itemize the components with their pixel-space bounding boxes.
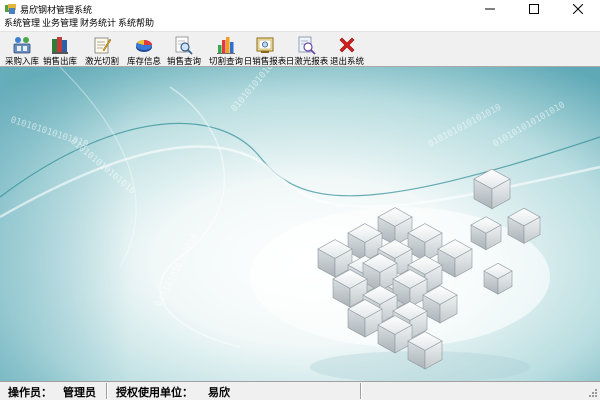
pie-chart-icon: [136, 40, 152, 52]
sales-query-button[interactable]: 销售查询: [164, 33, 204, 67]
exit-system-button[interactable]: 退出系统: [327, 33, 367, 67]
close-icon: [573, 4, 583, 14]
laser-cutting-label: 激光切割: [84, 57, 119, 67]
menu-system-help[interactable]: 系统帮助: [118, 19, 154, 30]
daily-sales-report-label: 日销售报表: [243, 57, 287, 67]
status-separator: [360, 383, 362, 399]
books-icon: [52, 37, 68, 54]
maximize-button[interactable]: [512, 0, 556, 18]
unit-label: 授权使用单位：: [116, 386, 193, 399]
magnifier-report-icon: [298, 36, 316, 55]
sales-outbound-label: 销售出库: [42, 57, 77, 67]
status-bar: 操作员： 管理员 授权使用单位： 易欣: [0, 381, 600, 400]
bar-chart-icon: [217, 37, 235, 54]
unit-value: 易欣: [208, 386, 230, 399]
minimize-button[interactable]: [468, 0, 512, 18]
app-icon: [5, 4, 16, 14]
menu-financial-statistics[interactable]: 财务统计: [80, 19, 116, 30]
red-x-icon: [339, 37, 355, 53]
sales-outbound-button[interactable]: 销售出库: [40, 33, 80, 67]
purchase-icon: [13, 37, 31, 54]
menu-bar: 系统管理 业务管理 财务统计 系统帮助: [0, 18, 600, 31]
magnifier-document-icon: [175, 36, 193, 55]
close-button[interactable]: [556, 0, 600, 18]
operator-label: 操作员：: [8, 386, 52, 399]
background-illustration: 010101010101010 010101010101010 01010101…: [0, 67, 600, 381]
inventory-info-button[interactable]: 库存信息: [124, 33, 164, 67]
minimize-icon: [485, 8, 495, 10]
menu-business-management[interactable]: 业务管理: [42, 19, 78, 30]
resize-grip-icon[interactable]: [586, 388, 598, 400]
report-frame-icon: [256, 37, 274, 53]
toolbar: 采购入库 销售出库 激光切割 库存信息 销售查询 切割查询 日销售报表 日激光报…: [0, 31, 600, 67]
exit-system-label: 退出系统: [329, 57, 364, 67]
laser-cutting-button[interactable]: 激光切割: [82, 33, 122, 67]
menu-system-management[interactable]: 系统管理: [4, 19, 40, 30]
window-title: 易欣钢材管理系统: [20, 6, 93, 16]
document-edit-icon: [94, 37, 112, 54]
daily-sales-report-button[interactable]: 日销售报表: [244, 33, 286, 67]
sales-query-label: 销售查询: [166, 57, 201, 67]
operator-value: 管理员: [63, 386, 96, 399]
cutting-query-button[interactable]: 切割查询: [206, 33, 246, 67]
main-canvas: 010101010101010 010101010101010 01010101…: [0, 67, 600, 381]
daily-laser-report-button[interactable]: 日激光报表: [286, 33, 328, 67]
title-bar[interactable]: 易欣钢材管理系统: [0, 0, 600, 18]
status-separator: [106, 383, 108, 399]
maximize-icon: [529, 4, 539, 14]
